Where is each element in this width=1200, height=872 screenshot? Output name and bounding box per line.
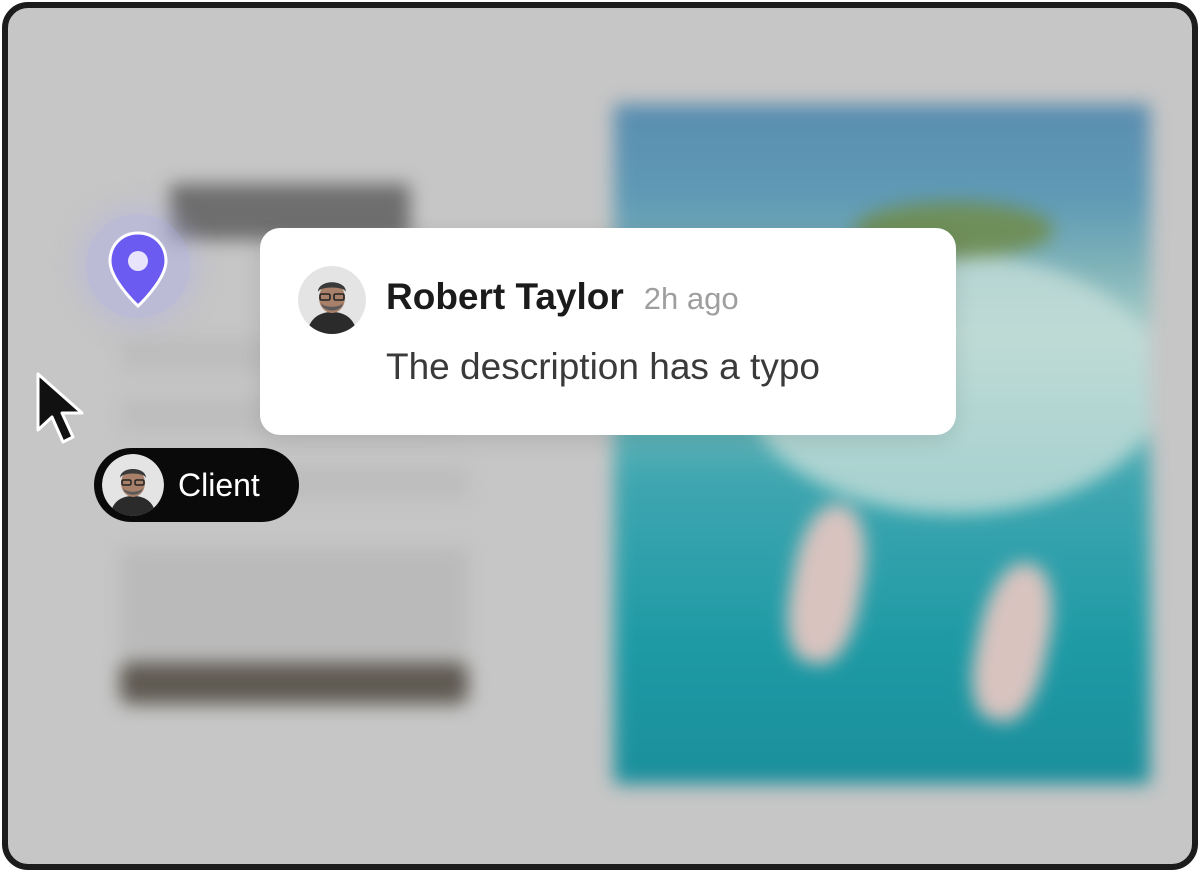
blurred-button xyxy=(120,662,468,704)
location-pin-icon[interactable] xyxy=(106,230,170,310)
canvas-frame: Client Robert Taylor 2h ago The descript… xyxy=(2,2,1198,870)
photo-boat xyxy=(962,556,1064,728)
comment-timestamp: 2h ago xyxy=(643,281,739,316)
photo-boat xyxy=(778,499,876,669)
comment-card[interactable]: Robert Taylor 2h ago The description has… xyxy=(260,228,956,435)
blurred-beach-photo xyxy=(614,104,1150,784)
mouse-pointer-icon xyxy=(36,372,84,444)
blurred-text-block xyxy=(120,548,468,656)
client-tag[interactable]: Client xyxy=(94,448,299,522)
comment-header: Robert Taylor 2h ago xyxy=(386,276,739,318)
comment-text: The description has a typo xyxy=(386,346,820,387)
client-avatar xyxy=(102,454,164,516)
blurred-page-backdrop xyxy=(8,8,1192,864)
comment-author-name: Robert Taylor xyxy=(386,276,624,317)
client-tag-label: Client xyxy=(178,466,260,503)
comment-author-avatar xyxy=(298,266,366,334)
